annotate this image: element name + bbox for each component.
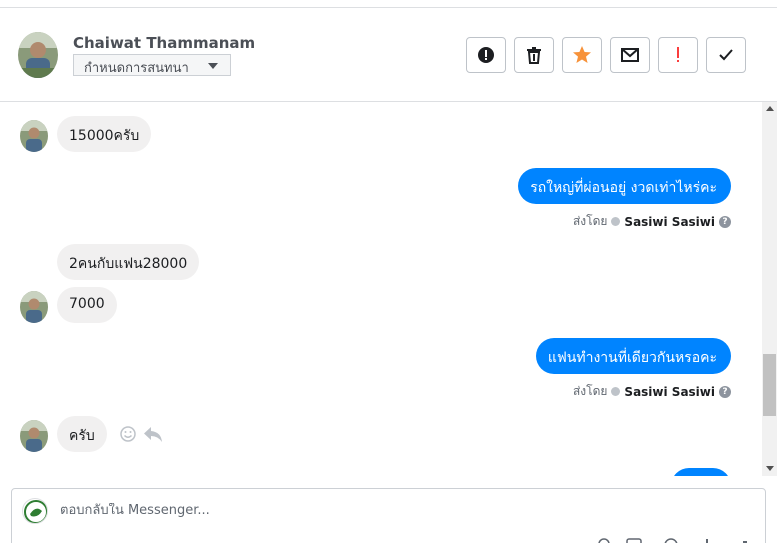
conversation-label-text: กำหนดการสนทนา bbox=[84, 61, 189, 76]
attach-icon[interactable] bbox=[595, 537, 613, 543]
top-strip bbox=[0, 0, 777, 8]
agent-status-icon bbox=[611, 387, 621, 396]
sent-by-label: ส่งโดย bbox=[572, 214, 608, 228]
contact-avatar-small bbox=[20, 420, 48, 452]
like-icon[interactable] bbox=[736, 537, 754, 543]
sent-by-line: ส่งโดย Sasiwi Sasiwi ? bbox=[573, 382, 731, 401]
payment-icon[interactable] bbox=[698, 537, 716, 543]
reply-icon[interactable] bbox=[143, 425, 163, 443]
image-icon[interactable] bbox=[625, 537, 643, 543]
contact-avatar-small bbox=[20, 291, 48, 323]
message-thread[interactable]: 15000ครับ รถใหญ่ที่ผ่อนอยู่ งวดเท่าไหร่ค… bbox=[0, 102, 762, 476]
incoming-message[interactable]: 2คนกับแฟน28000 bbox=[57, 244, 200, 280]
caret-down-icon bbox=[208, 63, 218, 69]
outgoing-message[interactable]: รถใหญ่ที่ผ่อนอยู่ งวดเท่าไหร่คะ bbox=[518, 168, 731, 204]
star-button[interactable] bbox=[562, 37, 602, 73]
check-icon bbox=[719, 49, 733, 61]
incoming-message[interactable]: ครับ bbox=[57, 416, 107, 452]
mark-spam-button[interactable] bbox=[466, 37, 506, 73]
incoming-message[interactable]: 7000 bbox=[57, 287, 117, 323]
agent-status-icon bbox=[611, 217, 621, 226]
mark-unread-button[interactable] bbox=[610, 37, 650, 73]
reply-composer[interactable] bbox=[11, 488, 766, 543]
delete-button[interactable] bbox=[514, 37, 554, 73]
alert-circle-icon bbox=[478, 47, 494, 63]
mark-done-button[interactable] bbox=[706, 37, 746, 73]
contact-name[interactable]: Chaiwat Thammanam bbox=[73, 34, 255, 52]
help-icon[interactable]: ? bbox=[719, 385, 731, 398]
incoming-message[interactable]: 15000ครับ bbox=[57, 116, 152, 152]
page-avatar bbox=[22, 498, 48, 524]
outgoing-message-partial[interactable] bbox=[671, 468, 731, 476]
trash-icon bbox=[527, 47, 541, 64]
conversation-header: Chaiwat Thammanam กำหนดการสนทนา bbox=[0, 8, 777, 102]
outgoing-message[interactable]: แฟนทำงานที่เดียวกันหรอคะ bbox=[535, 338, 731, 374]
sender-name[interactable]: Sasiwi Sasiwi bbox=[624, 385, 715, 399]
sender-name[interactable]: Sasiwi Sasiwi bbox=[624, 215, 715, 229]
help-icon[interactable]: ? bbox=[719, 215, 731, 228]
emoji-react-icon[interactable] bbox=[119, 425, 137, 443]
sent-by-label: ส่งโดย bbox=[572, 384, 608, 398]
scroll-thumb[interactable] bbox=[763, 354, 776, 416]
reply-input[interactable] bbox=[60, 503, 660, 518]
star-icon bbox=[573, 46, 591, 63]
scroll-down-icon[interactable] bbox=[766, 466, 774, 471]
contact-avatar[interactable] bbox=[18, 32, 58, 78]
emoji-icon[interactable] bbox=[662, 537, 680, 543]
follow-up-button[interactable] bbox=[658, 37, 698, 73]
envelope-icon bbox=[621, 48, 639, 62]
sent-by-line: ส่งโดย Sasiwi Sasiwi ? bbox=[573, 212, 731, 231]
exclamation-icon bbox=[677, 47, 679, 62]
scroll-up-icon[interactable] bbox=[766, 106, 774, 111]
contact-avatar-small bbox=[20, 120, 48, 152]
conversation-label-dropdown[interactable]: กำหนดการสนทนา bbox=[73, 54, 231, 76]
thread-scrollbar[interactable] bbox=[762, 102, 777, 476]
